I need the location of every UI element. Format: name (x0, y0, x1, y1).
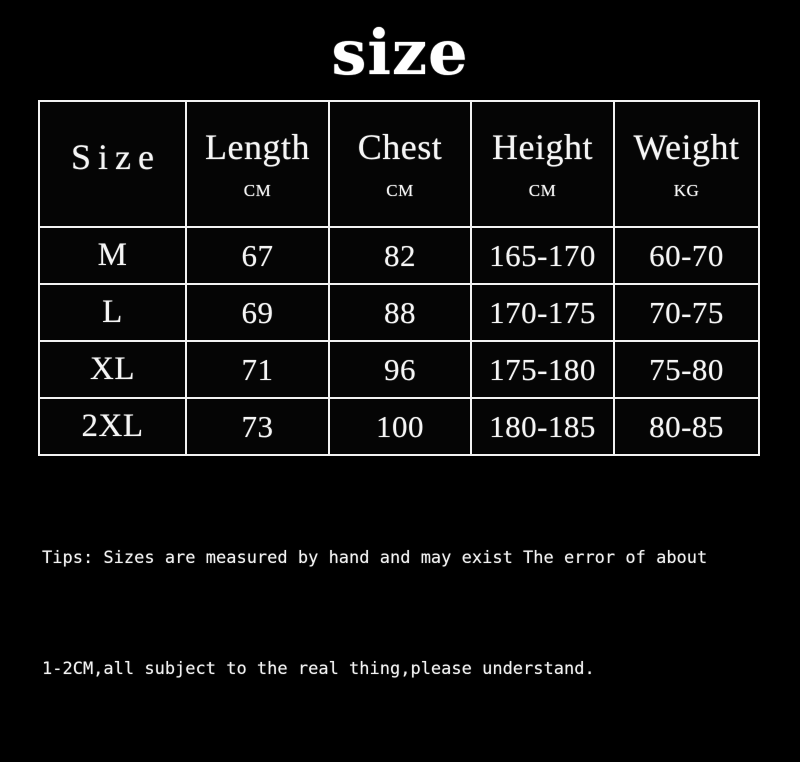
tips-line-2: 1-2CM,all subject to the real thing,plea… (42, 659, 595, 679)
cell-length: 73 (187, 399, 330, 454)
cell-chest: 82 (330, 228, 472, 285)
cell-weight: 80-85 (615, 399, 758, 454)
header-cell-chest: Chest CM (330, 102, 472, 228)
page-title: size (331, 16, 469, 89)
header-unit-chest: CM (386, 181, 414, 200)
cell-height: 180-185 (472, 399, 615, 454)
table-row: 2XL 73 100 180-185 80-85 (40, 399, 758, 454)
cell-size: 2XL (40, 399, 187, 454)
header-unit-weight: KG (673, 181, 700, 200)
table-row: XL 71 96 175-180 75-80 (40, 342, 758, 399)
cell-size: L (40, 285, 187, 342)
size-table-container: Size Length CM Chest CM Height CM Weight… (38, 100, 760, 456)
cell-height: 165-170 (472, 228, 615, 285)
cell-chest: 88 (330, 285, 472, 342)
size-chart-page: size Size Length CM Chest CM Height CM W… (0, 0, 800, 679)
table-row: M 67 82 165-170 60-70 (40, 228, 758, 285)
cell-height: 170-175 (472, 285, 615, 342)
cell-size: XL (40, 342, 187, 399)
header-unit-length: CM (243, 181, 272, 200)
header-cell-weight: Weight KG (615, 102, 758, 228)
cell-weight: 75-80 (615, 342, 758, 399)
header-cell-size: Size (40, 102, 187, 228)
table-row: L 69 88 170-175 70-75 (40, 285, 758, 342)
header-label-height: Height (492, 127, 593, 167)
header-label-length: Length (205, 127, 310, 167)
cell-weight: 60-70 (615, 228, 758, 285)
header-label-size: Size (71, 137, 161, 177)
cell-size: M (40, 228, 187, 285)
header-label-chest: Chest (357, 127, 443, 167)
cell-length: 69 (187, 285, 330, 342)
cell-chest: 96 (330, 342, 472, 399)
header-unit-height: CM (528, 181, 557, 200)
cell-weight: 70-75 (615, 285, 758, 342)
cell-chest: 100 (330, 399, 472, 454)
tips-note: Tips: Sizes are measured by hand and may… (42, 466, 772, 762)
size-table: Size Length CM Chest CM Height CM Weight… (38, 100, 760, 456)
table-header-row: Size Length CM Chest CM Height CM Weight… (40, 102, 758, 228)
cell-length: 67 (187, 228, 330, 285)
cell-length: 71 (187, 342, 330, 399)
header-cell-height: Height CM (472, 102, 615, 228)
header-cell-length: Length CM (187, 102, 330, 228)
cell-height: 175-180 (472, 342, 615, 399)
header-label-weight: Weight (633, 127, 740, 167)
